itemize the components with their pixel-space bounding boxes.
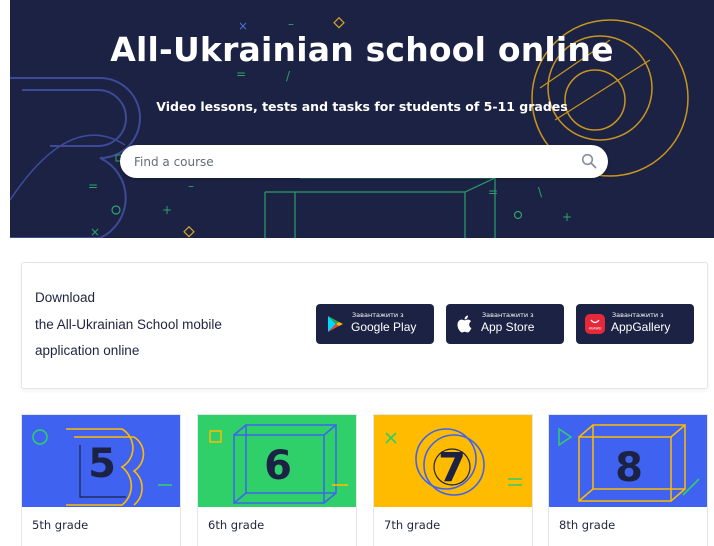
grade-7-banner: 7 bbox=[374, 415, 532, 507]
svg-text:–: – bbox=[288, 17, 294, 31]
app-store-button[interactable]: Завантажити з App Store bbox=[446, 304, 564, 344]
hero-title: All-Ukrainian school online bbox=[110, 30, 614, 69]
app-store-label: App Store bbox=[481, 320, 535, 334]
search-icon[interactable] bbox=[581, 153, 597, 169]
grade-6-banner: 6 bbox=[198, 415, 356, 507]
grade-8-number: 8 bbox=[615, 445, 643, 491]
huawei-badge-text: HUAWEI bbox=[589, 327, 602, 331]
svg-text:+: + bbox=[562, 210, 572, 224]
grade-7-number: 7 bbox=[438, 445, 466, 491]
grade-7-label: 7th grade bbox=[384, 518, 441, 532]
download-line-3: application online bbox=[35, 343, 140, 358]
grade-6-label: 6th grade bbox=[208, 518, 265, 532]
huawei-icon: HUAWEI bbox=[585, 314, 605, 334]
google-play-caption: Завантажити з bbox=[352, 311, 404, 319]
svg-text:×: × bbox=[90, 225, 100, 238]
svg-text:=: = bbox=[488, 185, 498, 199]
grade-5-banner: 5 bbox=[22, 415, 180, 507]
google-play-icon bbox=[328, 316, 343, 332]
grade-6-number: 6 bbox=[264, 443, 292, 489]
hero-banner: × – = / = – + × = \ + All-Ukrainian scho… bbox=[10, 0, 714, 238]
grade-8-banner: 8 bbox=[549, 415, 707, 507]
grade-card-5[interactable]: 5 5th grade bbox=[21, 414, 181, 546]
grade-5-label: 5th grade bbox=[32, 518, 89, 532]
google-play-label: Google Play bbox=[351, 320, 417, 334]
appgallery-button[interactable]: HUAWEI Завантажити з AppGallery bbox=[576, 304, 694, 344]
course-search[interactable] bbox=[120, 145, 608, 178]
svg-text:=: = bbox=[88, 179, 98, 193]
svg-text:–: – bbox=[188, 179, 194, 193]
search-input[interactable] bbox=[134, 145, 564, 178]
hero-subtitle: Video lessons, tests and tasks for stude… bbox=[156, 99, 568, 114]
svg-text:\: \ bbox=[538, 185, 543, 199]
svg-text:+: + bbox=[162, 203, 172, 217]
download-line-1: Download bbox=[35, 290, 96, 305]
svg-text:/: / bbox=[286, 69, 291, 83]
appgallery-caption: Завантажити з bbox=[612, 311, 664, 319]
appgallery-label: AppGallery bbox=[611, 320, 671, 334]
grade-card-7[interactable]: 7 7th grade bbox=[373, 414, 533, 546]
download-line-2: the All-Ukrainian School mobile bbox=[35, 316, 222, 332]
apple-icon bbox=[457, 315, 472, 333]
download-app-card: Download the All-Ukrainian School mobile… bbox=[21, 262, 708, 389]
grade-card-6[interactable]: 6 6th grade bbox=[197, 414, 357, 546]
app-store-caption: Завантажити з bbox=[482, 311, 534, 319]
svg-text:=: = bbox=[236, 67, 246, 81]
download-text: Download the All-Ukrainian School mobile… bbox=[35, 285, 222, 365]
grade-5-number: 5 bbox=[88, 441, 116, 487]
grade-card-8[interactable]: 8 8th grade bbox=[548, 414, 708, 546]
grade-8-label: 8th grade bbox=[559, 518, 616, 532]
google-play-button[interactable]: Завантажити з Google Play bbox=[316, 304, 434, 344]
